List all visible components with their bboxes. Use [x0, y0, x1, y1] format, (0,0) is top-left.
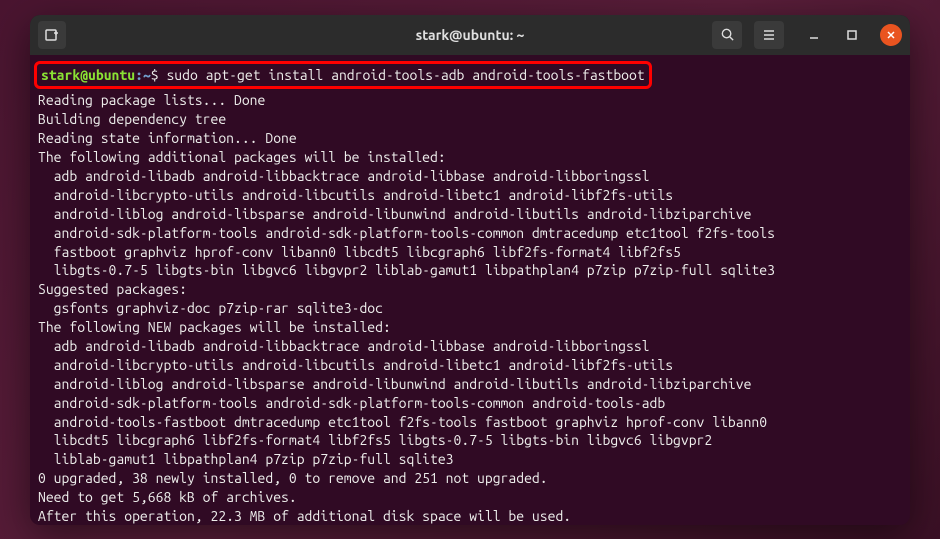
output-line: adb android-libadb android-libbacktrace …	[38, 168, 650, 184]
output-line: gsfonts graphviz-doc p7zip-rar sqlite3-d…	[38, 300, 383, 316]
output-line: android-sdk-platform-tools android-sdk-p…	[38, 225, 775, 241]
highlighted-command: stark@ubuntu:~$ sudo apt-get install and…	[34, 61, 652, 90]
output-line: Reading state information... Done	[38, 130, 297, 146]
new-tab-icon	[44, 27, 60, 43]
prompt-path: ~	[143, 67, 151, 83]
menu-button[interactable]	[754, 21, 784, 49]
search-button[interactable]	[712, 21, 742, 49]
command-text: sudo apt-get install android-tools-adb a…	[159, 67, 645, 83]
output-line: The following additional packages will b…	[38, 149, 446, 165]
output-line: android-sdk-platform-tools android-sdk-p…	[38, 395, 665, 411]
maximize-button[interactable]	[842, 25, 862, 45]
window-controls	[804, 24, 902, 46]
output-line: 0 upgraded, 38 newly installed, 0 to rem…	[38, 470, 548, 486]
output-line: android-tools-fastboot dmtracedump etc1t…	[38, 414, 767, 430]
output-line: libgts-0.7-5 libgts-bin libgvc6 libgvpr2…	[38, 262, 775, 278]
output-line: After this operation, 22.3 MB of additio…	[38, 508, 571, 524]
output-line: The following NEW packages will be insta…	[38, 319, 391, 335]
new-tab-button[interactable]	[38, 21, 66, 49]
close-button[interactable]	[880, 24, 902, 46]
prompt-separator: :	[135, 67, 143, 83]
output-line: Need to get 5,668 kB of archives.	[38, 489, 297, 505]
output-line: adb android-libadb android-libbacktrace …	[38, 338, 650, 354]
output-line: android-libcrypto-utils android-libcutil…	[38, 187, 673, 203]
output-line: android-liblog android-libsparse android…	[38, 376, 751, 392]
titlebar-left	[38, 21, 66, 49]
output-line: Suggested packages:	[38, 281, 187, 297]
terminal-window: stark@ubuntu: ~ stark@ubuntu:~$ sud	[30, 15, 910, 525]
window-title: stark@ubuntu: ~	[416, 27, 525, 43]
output-line: libcdt5 libcgraph6 libf2fs-format4 libf2…	[38, 432, 712, 448]
output-line: android-liblog android-libsparse android…	[38, 206, 751, 222]
prompt-user-host: stark@ubuntu	[41, 67, 135, 83]
output-line: android-libcrypto-utils android-libcutil…	[38, 357, 673, 373]
minimize-button[interactable]	[804, 25, 824, 45]
hamburger-icon	[762, 28, 776, 42]
close-icon	[886, 30, 896, 40]
terminal-content[interactable]: stark@ubuntu:~$ sudo apt-get install and…	[30, 55, 910, 525]
minimize-icon	[808, 29, 820, 41]
search-icon	[720, 27, 735, 42]
prompt-dollar: $	[151, 67, 159, 83]
maximize-icon	[846, 29, 858, 41]
output-line: Building dependency tree	[38, 111, 226, 127]
titlebar: stark@ubuntu: ~	[30, 15, 910, 55]
output-line: liblab-gamut1 libpathplan4 p7zip p7zip-f…	[38, 451, 454, 467]
titlebar-right	[712, 21, 902, 49]
output-line: fastboot graphviz hprof-conv libann0 lib…	[38, 244, 681, 260]
output-line: Reading package lists... Done	[38, 92, 265, 108]
